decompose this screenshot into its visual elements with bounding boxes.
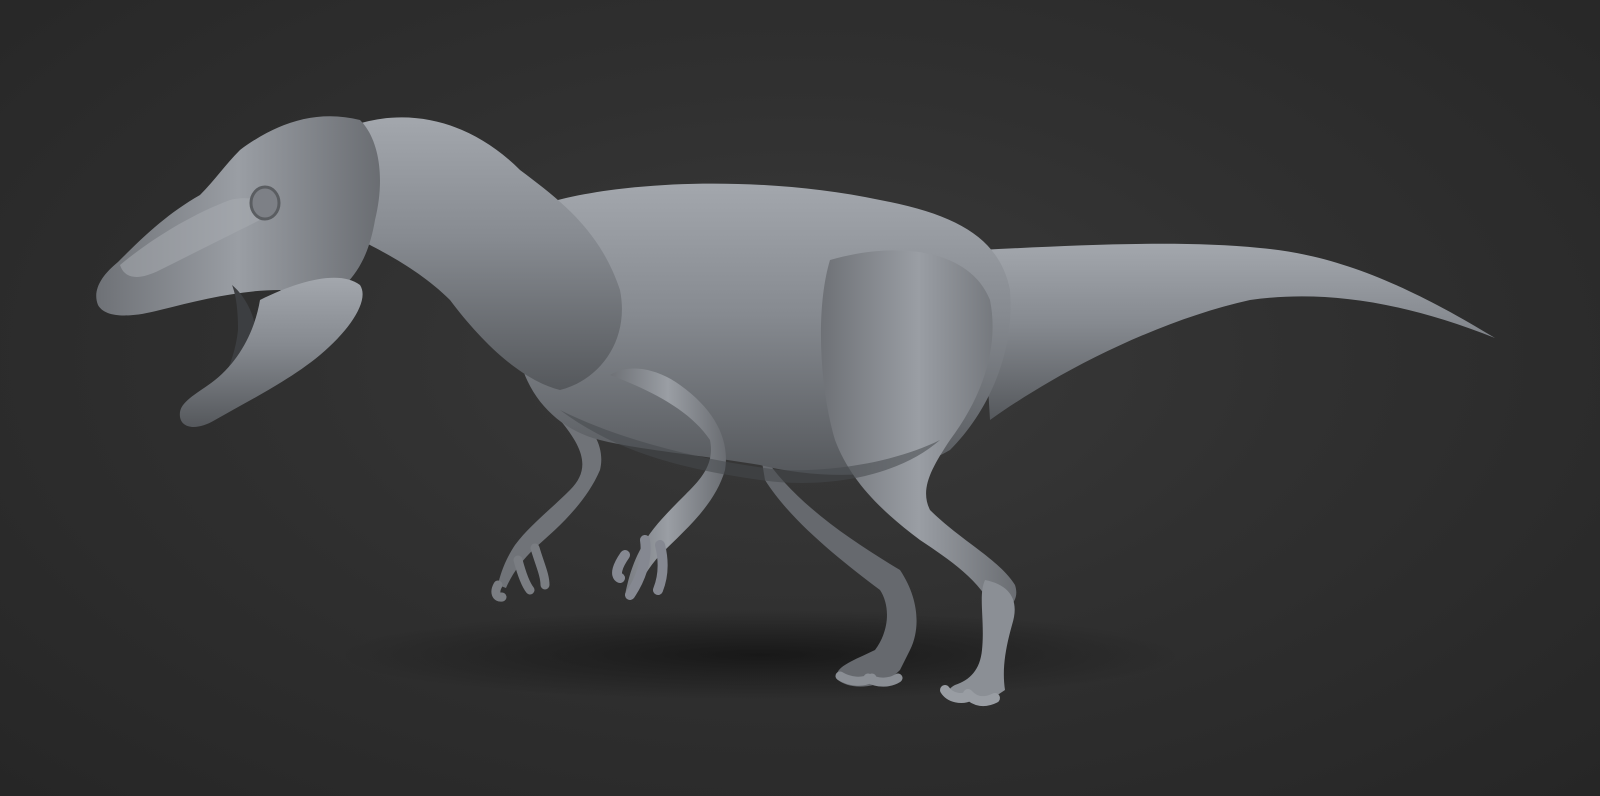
tail xyxy=(980,243,1495,420)
ground-shadow xyxy=(340,610,1180,700)
near-hand-claws xyxy=(612,535,668,600)
eye xyxy=(249,185,281,221)
lower-jaw xyxy=(179,277,363,427)
far-foot-toes xyxy=(835,671,903,687)
render-viewport xyxy=(0,0,1600,796)
far-arm xyxy=(498,420,602,588)
dinosaur-render xyxy=(96,116,1495,707)
